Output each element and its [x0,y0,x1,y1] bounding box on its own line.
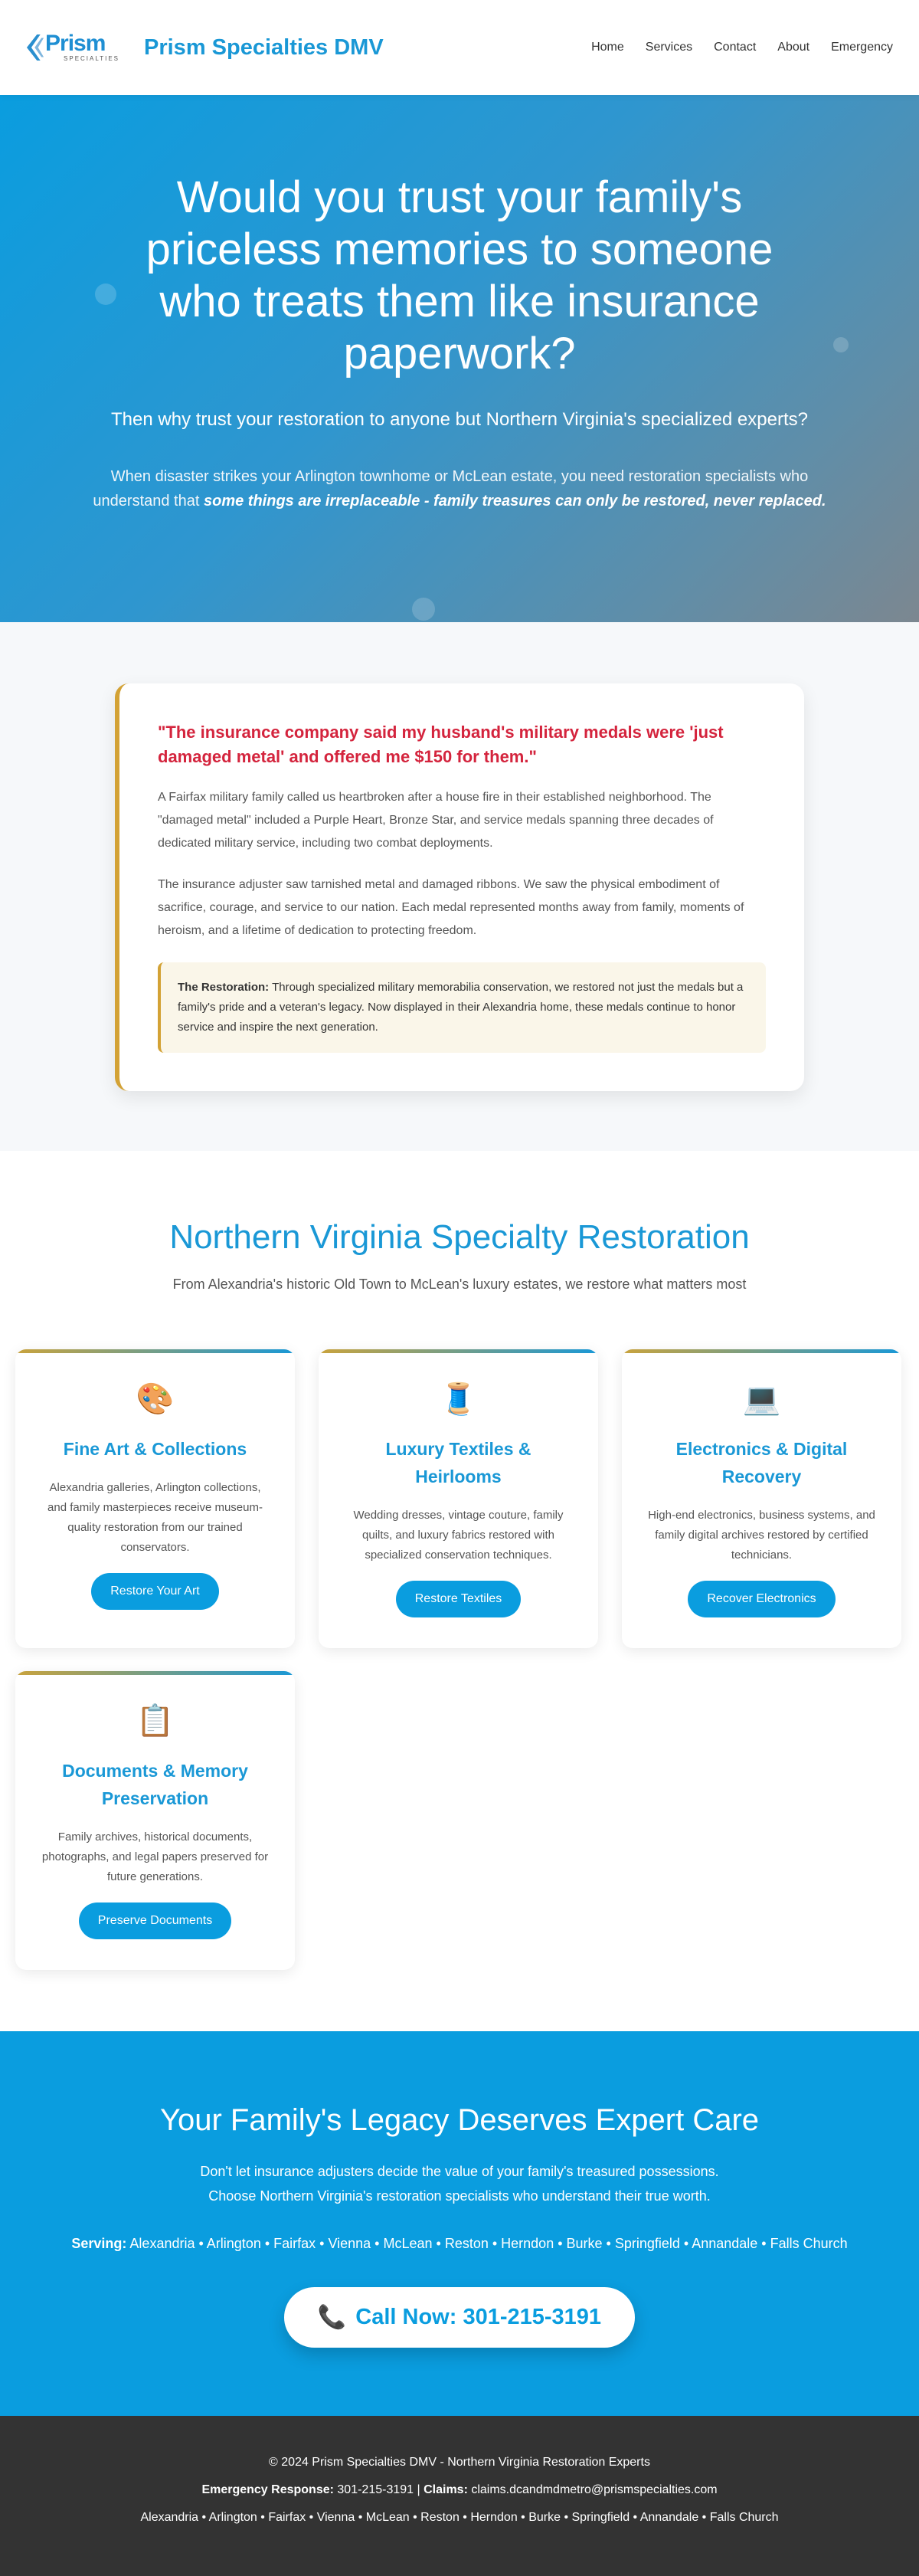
footer-contact: Emergency Response: 301-215-3191 | Claim… [201,2483,718,2496]
services-section: Northern Virginia Specialty Restoration … [0,1151,919,2031]
cta-section: Your Family's Legacy Deserves Expert Car… [0,2031,919,2416]
service-areas: Serving: Alexandria • Arlington • Fairfa… [71,2236,848,2251]
service-card-fine-art: 🎨 Fine Art & Collections Alexandria gall… [15,1349,295,1648]
phone-icon: 📞 [317,2304,347,2331]
hero-subtitle: Then why trust your restoration to anyon… [111,409,808,430]
services-title: Northern Virginia Specialty Restoration [169,1218,750,1256]
brand-name[interactable]: Prism Specialties DMV [144,35,384,61]
footer-areas: Alexandria • Arlington • Fairfax • Vienn… [140,2511,779,2524]
call-now-button[interactable]: 📞 Call Now: 301-215-3191 [283,2287,636,2348]
recover-electronics-button[interactable]: Recover Electronics [688,1581,836,1617]
restore-textiles-button[interactable]: Restore Textiles [395,1581,522,1617]
hero-title: Would you trust your family's priceless … [146,172,773,379]
hero-body: When disaster strikes your Arlington tow… [93,468,826,510]
cta-title: Your Family's Legacy Deserves Expert Car… [159,2103,760,2137]
logo-word: Prism [45,31,106,56]
nav-services[interactable]: Services [635,41,703,54]
clipboard-icon: 📋 [136,1703,175,1739]
restoration-label: The Restoration: [178,981,270,994]
card-title: Documents & Memory Preservation [62,1761,248,1808]
preserve-documents-button[interactable]: Preserve Documents [78,1903,232,1939]
testimonial-paragraph: A Fairfax military family called us hear… [158,791,714,850]
nav-emergency[interactable]: Emergency [820,41,904,54]
decorative-dot [412,598,435,621]
services-subtitle: From Alexandria's historic Old Town to M… [172,1277,747,1292]
palette-icon: 🎨 [136,1381,175,1417]
service-card-electronics: 💻 Electronics & Digital Recovery High-en… [622,1349,901,1648]
hero-section: Would you trust your family's priceless … [0,95,919,622]
testimonial-card: "The insurance company said my husband's… [115,683,804,1091]
brand: Prism SPECIALTIES Prism Specialties DMV [25,26,384,69]
site-footer: © 2024 Prism Specialties DMV - Northern … [0,2416,919,2576]
restoration-callout: The Restoration: Through specialized mil… [158,962,766,1053]
laptop-icon: 💻 [742,1381,781,1417]
nav-home[interactable]: Home [581,41,635,54]
site-header: Prism SPECIALTIES Prism Specialties DMV … [0,0,919,95]
card-description: High-end electronics, business systems, … [648,1509,875,1562]
logo-subtext: SPECIALTIES [64,55,119,62]
card-description: Wedding dresses, vintage couture, family… [353,1509,564,1562]
call-now-label: Call Now: 301-215-3191 [355,2305,602,2329]
main-nav: Home Services Contact About Emergency [581,41,904,54]
nav-about[interactable]: About [767,41,820,54]
thread-spool-icon: 🧵 [439,1381,478,1417]
decorative-dot [833,337,849,352]
claims-email-link[interactable]: claims.dcandmdmetro@prismspecialties.com [468,2483,717,2496]
decorative-dot [95,283,116,305]
card-title: Electronics & Digital Recovery [675,1439,848,1486]
emergency-phone-link[interactable]: 301-215-3191 | [334,2483,424,2496]
restore-art-button[interactable]: Restore Your Art [91,1573,219,1610]
nav-contact[interactable]: Contact [703,41,767,54]
services-grid: 🎨 Fine Art & Collections Alexandria gall… [15,1349,904,1970]
card-description: Alexandria galleries, Arlington collecti… [47,1481,263,1554]
testimonial-quote: "The insurance company said my husband's… [158,723,724,766]
service-card-textiles: 🧵 Luxury Textiles & Heirlooms Wedding dr… [319,1349,598,1648]
testimonial-paragraph: The insurance adjuster saw tarnished met… [158,878,744,937]
card-title: Fine Art & Collections [63,1439,247,1459]
cta-text: Don't let insurance adjusters decide the… [200,2164,719,2204]
hero-body-emphasis: some things are irreplaceable - family t… [203,493,826,510]
footer-copyright: © 2024 Prism Specialties DMV - Northern … [269,2456,650,2469]
card-description: Family archives, historical documents, p… [41,1830,269,1883]
card-title: Luxury Textiles & Heirlooms [385,1439,531,1486]
testimonial-section: "The insurance company said my husband's… [0,622,919,1151]
prism-logo[interactable]: Prism SPECIALTIES [25,26,119,69]
service-card-documents: 📋 Documents & Memory Preservation Family… [15,1671,295,1970]
